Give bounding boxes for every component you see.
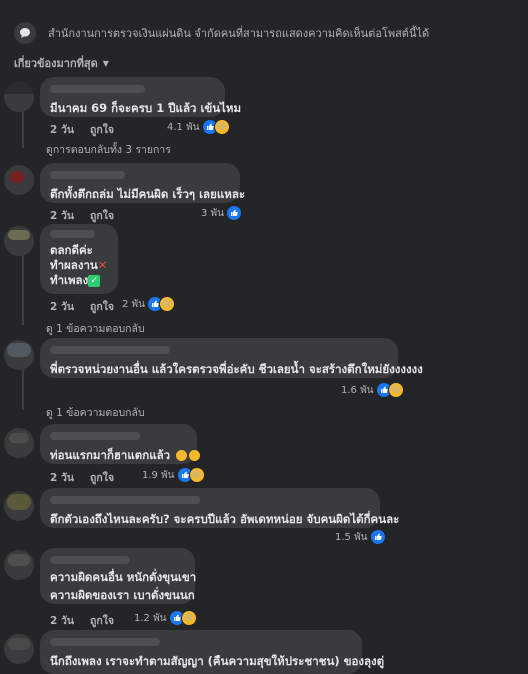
avatar[interactable]	[4, 634, 34, 664]
reaction-count: 3 พัน	[201, 207, 224, 219]
haha-reaction-icon: 😆	[213, 119, 230, 135]
reaction-count: 1.9 พัน	[142, 469, 175, 481]
check-mark-icon: ✓	[88, 274, 101, 287]
author-name[interactable]	[50, 171, 125, 179]
comment-line: ทำเพลง ✓	[50, 273, 108, 288]
reaction-summary[interactable]: 1.9 พัน 😆	[142, 467, 205, 483]
reaction-count: 2 พัน	[122, 298, 145, 310]
avatar[interactable]	[4, 491, 34, 521]
comment-restriction-notice: สำนักงานการตรวจเงินแผ่นดิน จำกัดคนที่สาม…	[14, 20, 519, 46]
avatar[interactable]	[4, 428, 34, 458]
author-name[interactable]	[50, 85, 145, 93]
reaction-count: 1.2 พัน	[134, 612, 167, 624]
view-replies-text: ดู 1 ข้อความตอบกลับ	[46, 323, 145, 335]
like-button[interactable]: ถูกใจ	[90, 121, 114, 138]
avatar[interactable]	[4, 165, 34, 195]
author-name[interactable]	[50, 638, 160, 646]
comment-actions: 2 วัน ถูกใจ	[50, 121, 114, 138]
reaction-summary[interactable]: 1.5 พัน	[335, 529, 386, 545]
comment-actions: 2 วัน ถูกใจ	[50, 207, 114, 224]
comment-text: นึกถึงเพลง เราจะทำตามสัญญา (คืนความสุขให…	[50, 654, 385, 668]
view-replies-text: ดู 1 ข้อความตอบกลับ	[46, 407, 145, 419]
view-replies-link[interactable]: ดูการตอบกลับทั้ง 3 รายการ	[46, 141, 171, 158]
comment-time[interactable]: 2 วัน	[50, 469, 74, 486]
author-name[interactable]	[50, 346, 170, 354]
like-button[interactable]: ถูกใจ	[90, 207, 114, 224]
chat-bubble-icon	[14, 22, 36, 44]
comment-bubble: ตลกดีค่ะ ทำผลงาน✕ ทำเพลง ✓	[40, 224, 118, 294]
comment-line: ความผิดของเรา เบาดั่งขนนก	[50, 588, 195, 602]
comment-text: ท่อนแรกมาก็ฮาแตกแล้ว	[50, 447, 201, 464]
comment-bubble: พี่ตรวจหน่วยงานอื่น แล้วใครตรวจพี่อ่ะคับ…	[40, 338, 423, 378]
thread-line	[22, 110, 24, 148]
comment-time[interactable]: 2 วัน	[50, 121, 74, 138]
comment-bubble: ท่อนแรกมาก็ฮาแตกแล้ว	[40, 424, 201, 464]
haha-reaction-icon: 😆	[180, 610, 197, 626]
chevron-down-icon: ▼	[102, 58, 109, 68]
sort-label: เกี่ยวข้องมากที่สุด	[14, 57, 98, 70]
like-reaction-icon	[369, 529, 386, 545]
comment-time[interactable]: 2 วัน	[50, 612, 74, 629]
comment-actions: 2 วัน ถูกใจ	[50, 298, 114, 315]
reaction-summary[interactable]: 4.1 พัน 😆	[167, 119, 230, 135]
comment-line: ความผิดคนอื่น หนักดั่งขุนเขา	[50, 570, 197, 584]
reaction-summary[interactable]: 3 พัน	[201, 205, 242, 221]
author-name[interactable]	[50, 556, 130, 564]
comment-bubble: นึกถึงเพลง เราจะทำตามสัญญา (คืนความสุขให…	[40, 630, 385, 674]
avatar[interactable]	[4, 82, 34, 112]
reaction-count: 1.5 พัน	[335, 531, 368, 543]
reaction-summary[interactable]: 2 พัน 😆	[122, 296, 175, 312]
haha-reaction-icon: 😆	[158, 296, 175, 312]
view-replies-link[interactable]: ดู 1 ข้อความตอบกลับ	[46, 320, 145, 337]
rofl-emoji-icon	[176, 450, 188, 461]
haha-reaction-icon: 😆	[188, 467, 205, 483]
view-replies-link[interactable]: ดู 1 ข้อความตอบกลับ	[46, 404, 145, 421]
comment-text: ตึกทั้งตึกถล่ม ไม่มีคนผิด เร็วๆ เลยแหละ	[50, 187, 246, 201]
comment-time[interactable]: 2 วัน	[50, 207, 74, 224]
avatar[interactable]	[4, 226, 34, 256]
author-name[interactable]	[50, 496, 200, 504]
like-reaction-icon	[225, 205, 242, 221]
reaction-count: 4.1 พัน	[167, 121, 200, 133]
comment-time[interactable]: 2 วัน	[50, 298, 74, 315]
like-button[interactable]: ถูกใจ	[90, 469, 114, 486]
sort-dropdown[interactable]: เกี่ยวข้องมากที่สุด ▼	[14, 54, 109, 72]
like-button[interactable]: ถูกใจ	[90, 612, 114, 629]
reaction-summary[interactable]: 1.6 พัน 😆	[341, 382, 404, 398]
author-name[interactable]	[50, 230, 95, 238]
cross-mark-icon: ✕	[97, 258, 108, 272]
reaction-count: 1.6 พัน	[341, 384, 374, 396]
comment-line: ทำผลงาน✕	[50, 258, 108, 272]
comment-text: ตึกตัวเองถึงไหนละครับ? จะครบปีแล้ว อัพเด…	[50, 512, 400, 526]
comment-bubble: ตึกทั้งตึกถล่ม ไม่มีคนผิด เร็วๆ เลยแหละ	[40, 163, 246, 203]
like-button[interactable]: ถูกใจ	[90, 298, 114, 315]
comment-text: มีนาคม 69 ก็จะครบ 1 ปีแล้ว เข้นไหม	[50, 101, 242, 115]
avatar[interactable]	[4, 340, 34, 370]
comment-line: ตลกดีค่ะ	[50, 243, 93, 257]
avatar[interactable]	[4, 550, 34, 580]
haha-reaction-icon: 😆	[387, 382, 404, 398]
author-name[interactable]	[50, 432, 140, 440]
reaction-summary[interactable]: 1.2 พัน 😆	[134, 610, 197, 626]
comment-actions: 2 วัน ถูกใจ	[50, 469, 114, 486]
rofl-emoji-icon	[189, 450, 201, 461]
comment-actions: 2 วัน ถูกใจ	[50, 612, 114, 629]
comment-bubble: มีนาคม 69 ก็จะครบ 1 ปีแล้ว เข้นไหม	[40, 77, 242, 117]
comment-bubble: ตึกตัวเองถึงไหนละครับ? จะครบปีแล้ว อัพเด…	[40, 488, 400, 528]
comment-bubble: ความผิดคนอื่น หนักดั่งขุนเขา ความผิดของเ…	[40, 548, 197, 604]
thread-line	[22, 368, 24, 410]
view-replies-text: ดูการตอบกลับทั้ง 3 รายการ	[46, 144, 171, 156]
comment-text: พี่ตรวจหน่วยงานอื่น แล้วใครตรวจพี่อ่ะคับ…	[50, 362, 423, 376]
notice-text: สำนักงานการตรวจเงินแผ่นดิน จำกัดคนที่สาม…	[48, 27, 430, 40]
thread-line	[22, 255, 24, 325]
